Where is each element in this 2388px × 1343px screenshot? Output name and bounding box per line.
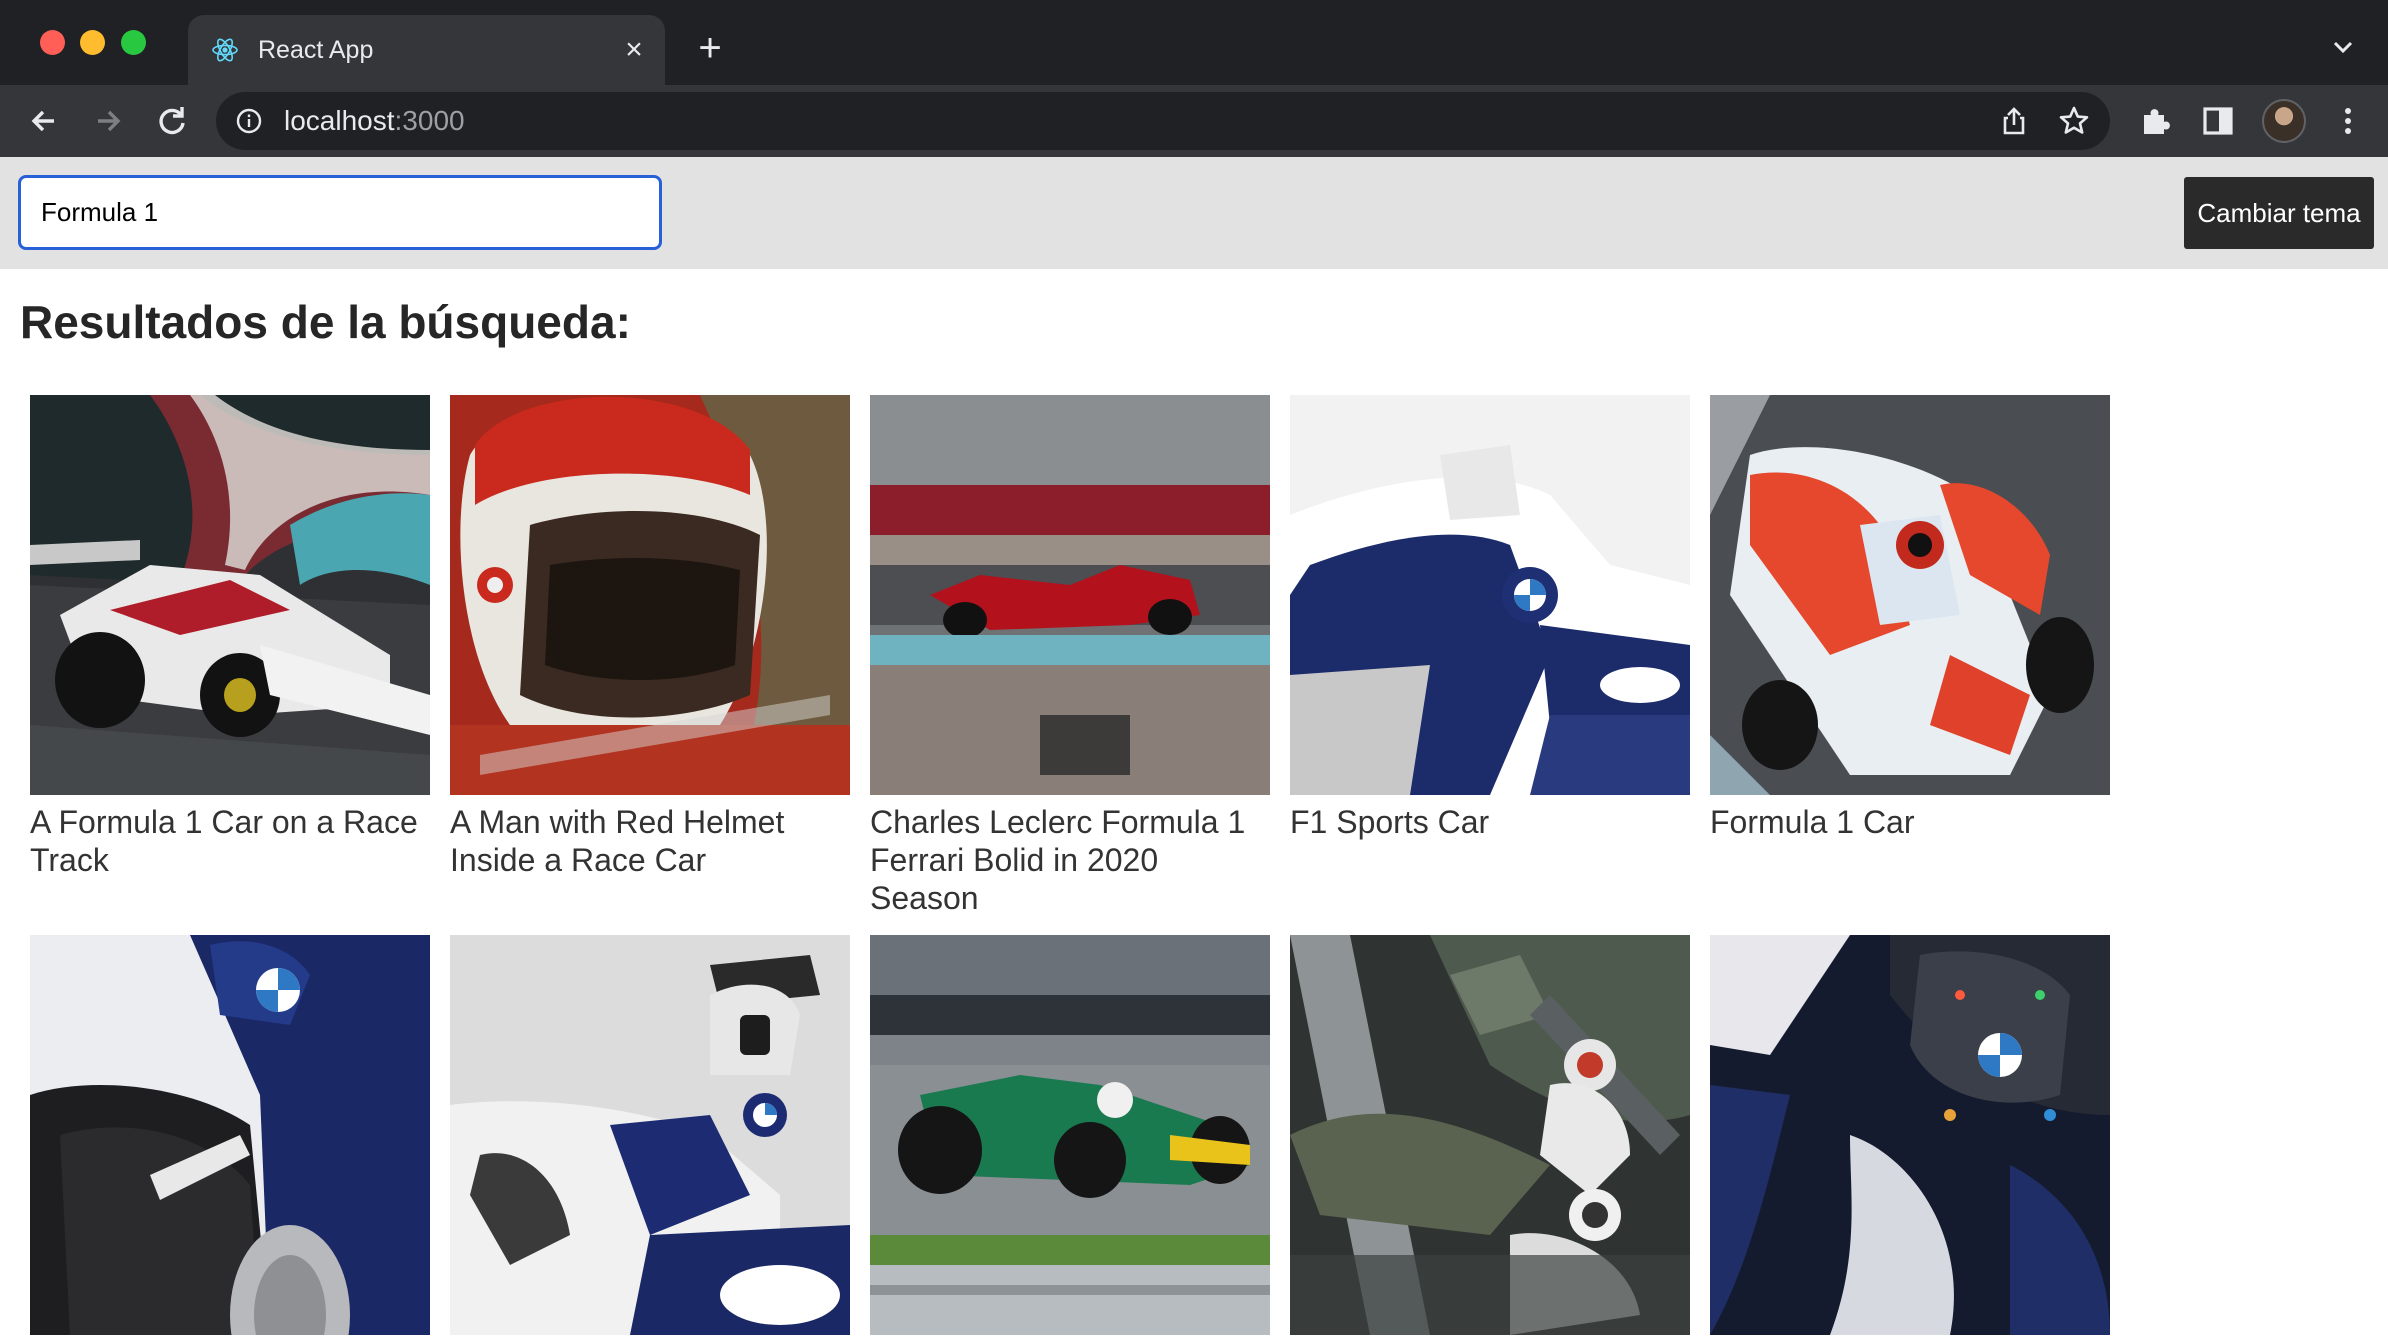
more-menu-icon[interactable]: [2330, 103, 2366, 139]
result-image[interactable]: [1710, 935, 2110, 1335]
result-image[interactable]: [30, 395, 430, 795]
result-card[interactable]: [30, 935, 430, 1343]
change-theme-button[interactable]: Cambiar tema: [2184, 177, 2374, 249]
url-text: localhost:3000: [284, 106, 465, 136]
result-card[interactable]: [870, 935, 1270, 1343]
result-image[interactable]: [450, 935, 850, 1335]
browser-tab-bar: React App × +: [0, 0, 2388, 85]
react-icon: [212, 38, 238, 62]
url-port: :3000: [394, 105, 465, 136]
result-image[interactable]: [30, 935, 430, 1335]
side-panel-icon[interactable]: [2200, 103, 2236, 139]
page-content: Cambiar tema Resultados de la búsqueda:: [0, 157, 2388, 1336]
result-caption: Charles Leclerc Formula 1 Ferrari Bolid …: [870, 804, 1246, 916]
back-arrow-icon[interactable]: [24, 101, 64, 141]
result-caption: A Man with Red Helmet Inside a Race Car: [450, 804, 785, 878]
tab-title: React App: [258, 36, 374, 64]
result-caption: A Formula 1 Car on a Race Track: [30, 804, 418, 878]
maximize-window-button[interactable]: [121, 30, 146, 55]
browser-tab[interactable]: React App ×: [188, 15, 665, 85]
close-window-button[interactable]: [40, 30, 65, 55]
result-image[interactable]: [1290, 395, 1690, 795]
reload-icon[interactable]: [152, 101, 192, 141]
forward-arrow-icon[interactable]: [88, 101, 128, 141]
result-image[interactable]: [1710, 395, 2110, 795]
app-header: Cambiar tema: [0, 157, 2388, 269]
address-bar[interactable]: localhost:3000: [216, 92, 2110, 150]
result-card[interactable]: Charles Leclerc Formula 1 Ferrari Bolid …: [870, 395, 1270, 917]
minimize-window-button[interactable]: [80, 30, 105, 55]
url-host: localhost: [284, 105, 395, 136]
bookmark-star-icon[interactable]: [2058, 105, 2090, 137]
site-info-icon[interactable]: [234, 106, 264, 136]
result-card[interactable]: A Man with Red Helmet Inside a Race Car: [450, 395, 850, 879]
profile-avatar[interactable]: [2262, 99, 2306, 143]
result-card[interactable]: F1 Sports Car: [1290, 395, 1690, 841]
extensions-puzzle-icon[interactable]: [2138, 103, 2174, 139]
result-card[interactable]: [450, 935, 850, 1343]
result-card[interactable]: [1710, 935, 2110, 1343]
result-caption: Formula 1 Car: [1710, 804, 1915, 840]
result-card[interactable]: A Formula 1 Car on a Race Track: [30, 395, 430, 879]
tab-close-icon[interactable]: ×: [617, 33, 651, 67]
result-image[interactable]: [870, 935, 1270, 1335]
search-input[interactable]: [18, 175, 662, 250]
share-icon[interactable]: [1998, 105, 2030, 137]
result-card[interactable]: Formula 1 Car: [1710, 395, 2110, 841]
results-heading: Resultados de la búsqueda:: [20, 296, 631, 348]
result-image[interactable]: [1290, 935, 1690, 1335]
tab-search-chevron-icon[interactable]: [2328, 32, 2358, 62]
result-card[interactable]: [1290, 935, 1690, 1343]
browser-toolbar: localhost:3000: [0, 85, 2388, 157]
new-tab-button[interactable]: +: [690, 28, 730, 68]
result-image[interactable]: [870, 395, 1270, 795]
result-image[interactable]: [450, 395, 850, 795]
result-caption: F1 Sports Car: [1290, 804, 1490, 840]
